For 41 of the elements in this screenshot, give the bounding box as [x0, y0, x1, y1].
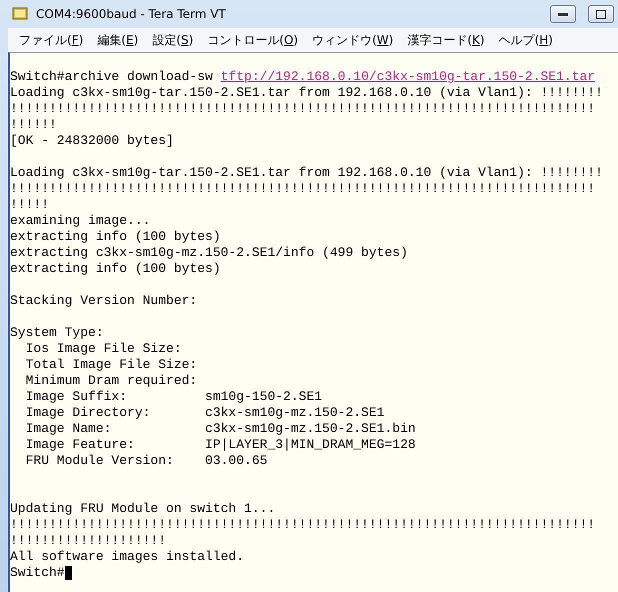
- terminal-line: System Type:: [10, 325, 104, 341]
- terminal-line: Stacking Version Number:: [10, 293, 198, 309]
- terminal-line: Ios Image File Size:: [24, 341, 182, 357]
- menu-item[interactable]: ヘルプ(H): [492, 32, 560, 48]
- terminal-line: Total Image File Size:: [24, 357, 198, 373]
- menu-item[interactable]: コントロール(O): [200, 32, 306, 48]
- terminal-line: Loading c3kx-sm10g-tar.150-2.SE1.tar from 192.168.0.10 (via Vlan1): !!!!!!!!: [10, 85, 603, 101]
- menu-item[interactable]: ファイル(F): [12, 32, 90, 48]
- terminal-line: Switch#archive download-sw: [10, 69, 214, 85]
- terminal-line: Image Feature: IP|LAYER_3|MIN_DRAM_MEG=128: [24, 437, 416, 453]
- url-link[interactable]: tftp://192.168.0.10/c3kx-sm10g-tar.150-2.SE1.tar: [220, 69, 596, 85]
- terminal-line: All software images installed.: [10, 549, 244, 565]
- maximize-button[interactable]: [588, 5, 614, 23]
- terminal-line: !!!!!!!!!!!!!!!!!!!!: [10, 533, 166, 549]
- terminal-line: Minimum Dram required:: [24, 373, 198, 389]
- terminal-line: !!!!!!: [10, 117, 57, 133]
- terminal-line: extracting c3kx-sm10g-mz.150-2.SE1/info (499 bytes): [10, 245, 408, 261]
- minimize-icon: [558, 12, 568, 16]
- terminal-line: FRU Module Version: 03.00.65: [24, 453, 268, 469]
- menu-item[interactable]: ウィンドウ(W): [305, 32, 400, 48]
- menu-item[interactable]: 編集(E): [90, 32, 146, 48]
- maximize-icon: [596, 10, 606, 18]
- terminal-line: Image Name: c3kx-sm10g-mz.150-2.SE1.bin: [24, 421, 416, 437]
- terminal-line: !!!!!!!!!!!!!!!!!!!!!!!!!!!!!!!!!!!!!!!!!!!!!!!!!!!!!!!!!!!!!!!!!!!!!!!!!!!: [10, 101, 596, 117]
- terminal-line: !!!!!: [10, 197, 50, 213]
- terminal-line: !!!!!!!!!!!!!!!!!!!!!!!!!!!!!!!!!!!!!!!!!!!!!!!!!!!!!!!!!!!!!!!!!!!!!!!!!!!: [10, 517, 596, 533]
- app-icon: [12, 6, 28, 22]
- terminal-line: Updating FRU Module on switch 1...: [10, 501, 276, 517]
- terminal-line: Image Directory: c3kx-sm10g-mz.150-2.SE1: [24, 405, 384, 421]
- window-title: COM4:9600baud - Tera Term VT: [36, 7, 226, 21]
- minimize-button[interactable]: [550, 5, 576, 23]
- terminal-line: examining image...: [10, 213, 150, 229]
- terminal-line: Image Suffix: sm10g-150-2.SE1: [24, 389, 322, 405]
- terminal-line: !!!!!!!!!!!!!!!!!!!!!!!!!!!!!!!!!!!!!!!!!!!!!!!!!!!!!!!!!!!!!!!!!!!!!!!!!!!: [10, 181, 596, 197]
- terminal-line: extracting info (100 bytes): [10, 261, 221, 277]
- terminal-line: [OK - 24832000 bytes]: [10, 133, 174, 149]
- terminal-line: Switch#: [10, 565, 65, 581]
- menu-item[interactable]: 漢字コード(K): [400, 32, 492, 48]
- menu-item[interactable]: 設定(S): [145, 32, 200, 48]
- terminal-line: Loading c3kx-sm10g-tar.150-2.SE1.tar from 192.168.0.10 (via Vlan1): !!!!!!!!: [10, 165, 603, 181]
- terminal-line: extracting info (100 bytes): [10, 229, 221, 245]
